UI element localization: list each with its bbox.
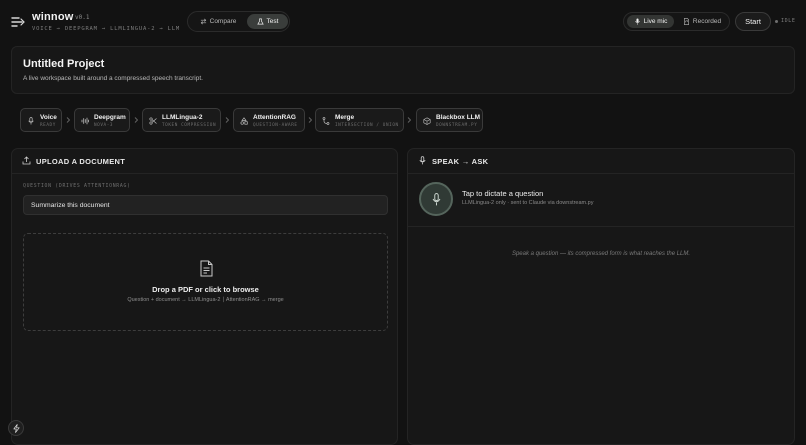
mic-icon — [419, 156, 426, 165]
question-input[interactable] — [23, 195, 388, 215]
chevron-right-icon — [407, 117, 412, 123]
box-icon — [423, 117, 431, 125]
dropzone-title: Drop a PDF or click to browse — [152, 285, 259, 294]
dictate-subtitle: LLMLingua-2 only · sent to Claude via do… — [462, 200, 594, 206]
chevron-right-icon — [225, 117, 230, 123]
project-title[interactable]: Untitled Project — [23, 58, 104, 70]
scissors-icon — [149, 117, 157, 125]
logo-icon — [11, 17, 25, 27]
file-audio-icon — [683, 18, 689, 25]
compare-label: Compare — [209, 18, 237, 25]
stage-name: LLMLingua-2 — [162, 114, 203, 121]
stage-sub: DOWNSTREAM.PY — [436, 123, 478, 128]
compare-mode-button[interactable]: Compare — [193, 14, 243, 29]
live-mic-label: Live mic — [643, 18, 668, 25]
speak-panel: SPEAK → ASK Tap to dictate a question LL… — [407, 148, 795, 445]
waveform-icon — [81, 117, 89, 125]
project-card: Untitled Project A live workspace built … — [11, 46, 795, 94]
live-mic-button[interactable]: Live mic — [627, 15, 674, 28]
status-dot — [775, 19, 778, 23]
dictate-title: Tap to dictate a question — [462, 189, 544, 198]
dropzone-subtitle: Question + document → LLMLingua-2 ∣ Atte… — [127, 297, 284, 303]
mic-source-switch: Live mic Recorded — [623, 12, 730, 31]
stage-sub: INTERSECTION / UNION — [335, 123, 399, 128]
chevron-right-icon — [66, 117, 71, 123]
recorded-button[interactable]: Recorded — [677, 15, 727, 28]
quick-action-button[interactable] — [8, 420, 24, 436]
header-subtitle: VOICE → DEEPGRAM → LLMLINGUA-2 → LLM — [32, 26, 181, 32]
question-label: QUESTION (DRIVES ATTENTIONRAG) — [23, 184, 131, 189]
mic-icon — [432, 193, 441, 206]
lightning-icon — [13, 424, 20, 433]
stage-name: Deepgram — [94, 114, 126, 121]
mode-switch: Compare Test — [187, 11, 290, 32]
stage-blackbox-llm[interactable]: Blackbox LLM DOWNSTREAM.PY — [416, 108, 483, 132]
stage-name: AttentionRAG — [253, 114, 296, 121]
stage-sub: NOVA-3 — [94, 123, 114, 128]
start-button[interactable]: Start — [735, 12, 771, 31]
stage-voice[interactable]: Voice READY — [20, 108, 62, 132]
stage-deepgram[interactable]: Deepgram NOVA-3 — [74, 108, 130, 132]
upload-panel: UPLOAD A DOCUMENT QUESTION (DRIVES ATTEN… — [11, 148, 398, 445]
test-mode-button[interactable]: Test — [247, 14, 288, 29]
recorded-label: Recorded — [692, 18, 722, 25]
stage-llmlingua[interactable]: LLMLingua-2 TOKEN COMPRESSION — [142, 108, 221, 132]
shapes-icon — [240, 117, 248, 125]
divider — [408, 226, 794, 227]
stage-sub: READY — [40, 123, 56, 128]
mic-icon — [634, 18, 640, 25]
pdf-dropzone[interactable]: Drop a PDF or click to browse Question +… — [23, 233, 388, 331]
project-description: A live workspace built around a compress… — [23, 75, 203, 82]
swap-icon — [200, 18, 206, 25]
stage-merge[interactable]: Merge INTERSECTION / UNION — [315, 108, 404, 132]
stage-sub: TOKEN COMPRESSION — [162, 123, 217, 128]
stage-name: Voice — [40, 114, 57, 121]
empty-state-message: Speak a question — its compressed form i… — [511, 251, 691, 257]
pipeline: Voice READY Deepgram NOVA-3 LLMLingua-2 … — [0, 108, 806, 132]
divider — [408, 173, 794, 174]
header: winnow v0.1 VOICE → DEEPGRAM → LLMLINGUA… — [0, 0, 806, 44]
stage-name: Blackbox LLM — [436, 114, 481, 121]
upload-icon — [22, 156, 31, 165]
dictate-mic-button[interactable] — [419, 182, 453, 216]
brand-name: winnow — [32, 11, 74, 23]
chevron-right-icon — [134, 117, 139, 123]
test-label: Test — [266, 18, 279, 25]
divider — [12, 173, 397, 174]
speak-panel-title: SPEAK → ASK — [432, 157, 489, 166]
stage-attentionrag[interactable]: AttentionRAG QUESTION-AWARE — [233, 108, 305, 132]
mic-icon — [28, 117, 34, 125]
upload-panel-title: UPLOAD A DOCUMENT — [36, 157, 126, 166]
status-label: IDLE — [781, 18, 796, 24]
stage-name: Merge — [335, 114, 355, 121]
flask-icon — [256, 18, 264, 25]
merge-icon — [322, 117, 330, 125]
stage-sub: QUESTION-AWARE — [253, 123, 298, 128]
version-label: v0.1 — [75, 14, 90, 21]
document-icon — [200, 260, 213, 277]
chevron-right-icon — [308, 117, 313, 123]
status-indicator: IDLE — [775, 18, 795, 24]
